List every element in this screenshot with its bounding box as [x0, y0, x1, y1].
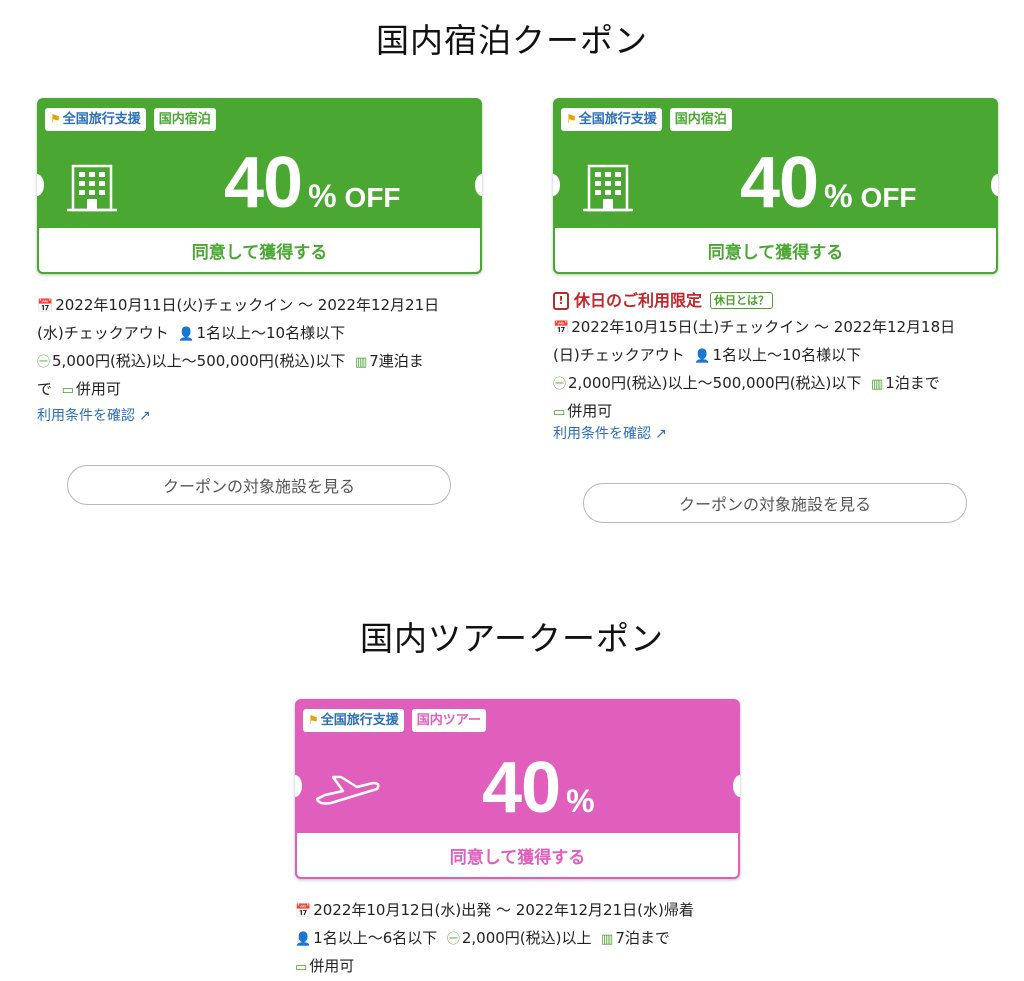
person-icon: 👤: [178, 327, 195, 342]
calendar-icon: 📅: [553, 321, 570, 336]
flag-icon: ⚑: [566, 112, 577, 126]
coupon-details: ! 休日のご利用限定 休日とは？ 📅 2022年10月15日(土)チェックイン 〜…: [553, 287, 1003, 426]
holiday-info-badge[interactable]: 休日とは？: [710, 292, 774, 309]
yen-icon: ㊀: [553, 377, 567, 392]
flag-icon: ⚑: [308, 713, 319, 727]
ticket-notch: [553, 174, 560, 196]
badge-national-travel: ⚑ 全国旅行支援: [561, 108, 662, 131]
building-icon: [583, 164, 633, 212]
badge-coupon-type: 国内ツアー: [411, 709, 487, 732]
nights-icon: ▥: [354, 355, 368, 370]
nights-icon: ▥: [870, 377, 884, 392]
ticket-notch: [991, 174, 998, 196]
coupon-tour: ⚑ 全国旅行支援 国内ツアー 40% 同意して獲得する: [295, 699, 740, 879]
section-title-lodging: 国内宿泊クーポン: [376, 21, 648, 60]
calendar-icon: 📅: [37, 299, 54, 314]
coupon-header: ⚑ 全国旅行支援 国内宿泊 40% OFF: [37, 98, 482, 228]
acquire-coupon-button[interactable]: 同意して獲得する: [295, 833, 740, 879]
view-facilities-button[interactable]: クーポンの対象施設を見る: [583, 483, 967, 523]
section-title-tour: 国内ツアークーポン: [359, 619, 665, 658]
coupon-header: ⚑ 全国旅行支援 国内ツアー 40%: [295, 699, 740, 829]
person-icon: 👤: [694, 349, 711, 364]
nights-icon: ▥: [601, 932, 614, 947]
coupon-lodging-1: ⚑ 全国旅行支援 国内宿泊 40% OFF 同意して獲得する: [37, 98, 482, 274]
building-icon: [67, 164, 117, 212]
ticket-notch: [475, 174, 482, 196]
combinable-icon: ▭: [295, 960, 308, 975]
discount-amount: 40%: [482, 748, 595, 828]
airplane-icon: [315, 775, 380, 805]
acquire-coupon-button[interactable]: 同意して獲得する: [37, 228, 482, 274]
discount-amount: 40% OFF: [224, 143, 401, 223]
ticket-notch: [733, 775, 740, 797]
badge-national-travel: ⚑ 全国旅行支援: [303, 709, 404, 732]
combinable-icon: ▭: [553, 405, 566, 420]
coupon-header: ⚑ 全国旅行支援 国内宿泊 40% OFF: [553, 98, 998, 228]
badge-coupon-type: 国内宿泊: [153, 108, 216, 131]
calendar-icon: 📅: [295, 904, 312, 919]
terms-link[interactable]: 利用条件を確認 ↗: [37, 405, 151, 425]
view-facilities-button[interactable]: クーポンの対象施設を見る: [67, 465, 451, 505]
holiday-only-notice: ! 休日のご利用限定 休日とは？: [553, 287, 1003, 314]
yen-icon: ㊀: [37, 355, 51, 370]
combinable-icon: ▭: [61, 383, 74, 398]
flag-icon: ⚑: [50, 112, 61, 126]
ticket-notch: [37, 174, 44, 196]
yen-icon: ㊀: [446, 932, 460, 947]
badge-national-travel: ⚑ 全国旅行支援: [45, 108, 146, 131]
ticket-notch: [295, 775, 302, 797]
acquire-coupon-button[interactable]: 同意して獲得する: [553, 228, 998, 274]
badge-coupon-type: 国内宿泊: [669, 108, 732, 131]
coupon-details: 📅 2022年10月11日(火)チェックイン 〜 2022年12月21日 (水)チ…: [37, 296, 440, 398]
coupon-lodging-2: ⚑ 全国旅行支援 国内宿泊 40% OFF 同意して獲得する: [553, 98, 998, 274]
coupon-details: 📅 2022年10月12日(水)出発 〜 2022年12月21日(水)帰着 👤 1名…: [295, 901, 694, 975]
terms-link[interactable]: 利用条件を確認 ↗: [553, 423, 667, 443]
external-link-icon: ↗: [655, 426, 667, 442]
person-icon: 👤: [295, 932, 312, 947]
external-link-icon: ↗: [139, 408, 151, 424]
discount-amount: 40% OFF: [740, 143, 917, 223]
alert-icon: !: [553, 291, 569, 310]
